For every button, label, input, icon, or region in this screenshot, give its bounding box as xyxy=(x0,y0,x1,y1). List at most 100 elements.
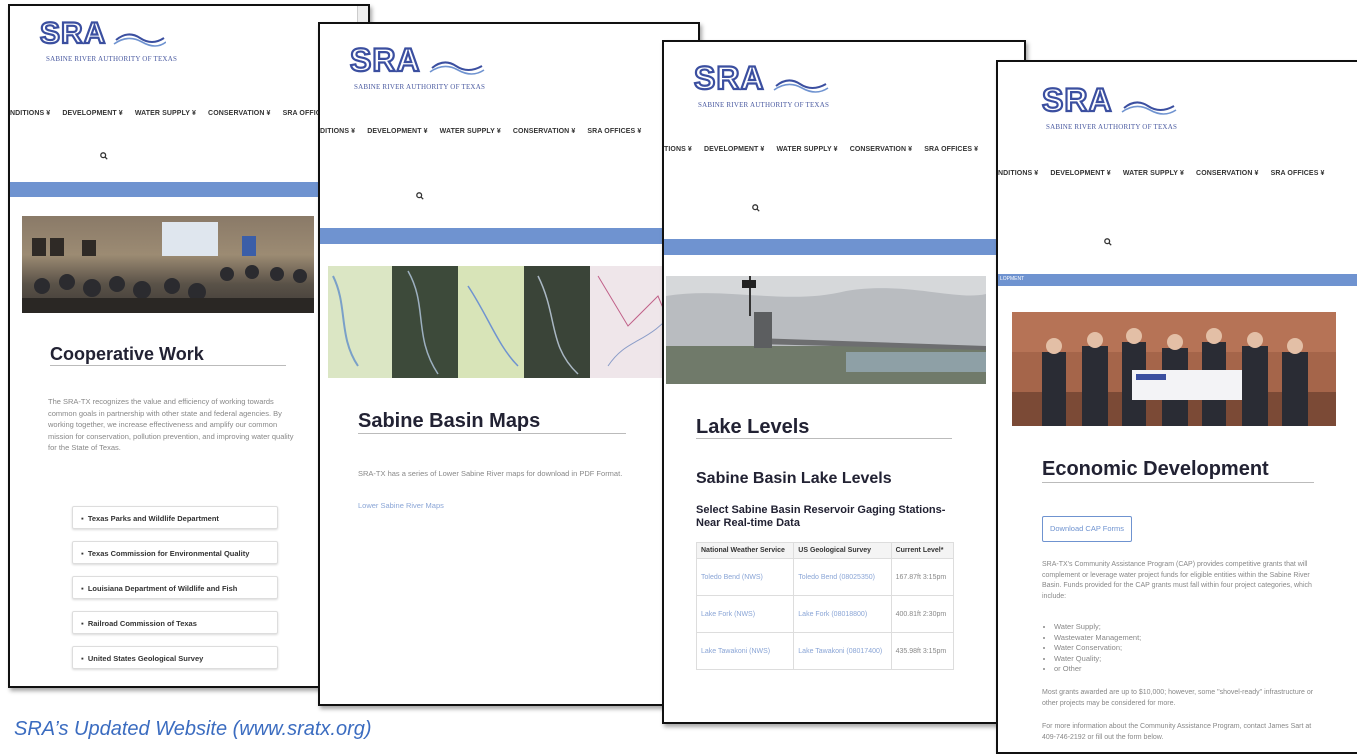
intro-paragraph: SRA-TX's Community Assistance Program (C… xyxy=(1042,561,1312,600)
figure-caption: SRA’s Updated Website (www.sratx.org) xyxy=(14,718,372,740)
screenshot-economic-development: SRA SABINE RIVER AUTHORITY OF TEXAS NDIT… xyxy=(996,60,1357,754)
sra-logo[interactable]: SRA SABINE RIVER AUTHORITY OF TEXAS xyxy=(1038,81,1178,131)
svg-text:SRA: SRA xyxy=(694,60,765,96)
nws-link[interactable]: Toledo Bend (NWS) xyxy=(695,558,795,596)
maps-illustration xyxy=(328,266,688,378)
main-nav: NDITIONS ¥ DEVELOPMENT ¥ WATER SUPPLY ¥ … xyxy=(998,170,1335,177)
main-nav: NDITIONS ¥ DEVELOPMENT ¥ WATER SUPPLY ¥ … xyxy=(10,110,347,117)
screenshot-lake-levels: SRA SABINE RIVER AUTHORITY OF TEXAS TION… xyxy=(662,40,1026,724)
sra-logo-mark: SRA xyxy=(693,59,829,97)
bridge-illustration xyxy=(666,276,986,384)
title-rule xyxy=(358,433,626,434)
download-cap-forms-button[interactable]: Download CAP Forms xyxy=(1042,516,1132,542)
page-title: Lake Levels xyxy=(696,416,810,438)
partner-item[interactable]: ▪ United States Geological Survey xyxy=(72,646,278,669)
logo-tagline: SABINE RIVER AUTHORITY OF TEXAS xyxy=(698,101,830,109)
svg-text:SRA: SRA xyxy=(350,42,421,78)
nav-conditions[interactable]: NDITIONS ¥ xyxy=(10,110,50,117)
nav-development[interactable]: DEVELOPMENT ¥ xyxy=(367,128,427,135)
search-icon[interactable] xyxy=(416,192,424,200)
nav-conservation[interactable]: CONSERVATION ¥ xyxy=(208,110,270,117)
table-row: Lake Fork (NWS) Lake Fork (08018800) 400… xyxy=(695,595,955,633)
page-title: Economic Development xyxy=(1042,458,1269,480)
search-icon[interactable] xyxy=(1104,238,1112,246)
grant-paragraph: Most grants awarded are up to $10,000; h… xyxy=(1042,689,1314,707)
blue-banner: LOPMENT xyxy=(998,274,1357,286)
nav-conservation[interactable]: CONSERVATION ¥ xyxy=(513,128,575,135)
nav-sra-offices[interactable]: SRA OFFICES ¥ xyxy=(924,146,978,153)
nav-conditions[interactable]: TIONS ¥ xyxy=(664,146,692,153)
partner-item[interactable]: ▪ Texas Parks and Wildlife Department xyxy=(72,506,278,529)
partner-label: Railroad Commission of Texas xyxy=(87,619,197,628)
meeting-illustration xyxy=(22,222,314,313)
current-level: 400.81ft 2:30pm xyxy=(890,595,955,633)
bridge-photo xyxy=(666,276,986,384)
main-nav: DITIONS ¥ DEVELOPMENT ¥ WATER SUPPLY ¥ C… xyxy=(320,128,651,135)
nws-link[interactable]: Lake Tawakoni (NWS) xyxy=(695,632,795,670)
nav-water-supply[interactable]: WATER SUPPLY ¥ xyxy=(440,128,501,135)
blue-banner xyxy=(664,239,1024,255)
list-item: or Other xyxy=(1054,664,1141,675)
nav-sra-offices[interactable]: SRA OFFICES ¥ xyxy=(587,128,641,135)
logo-tagline: SABINE RIVER AUTHORITY OF TEXAS xyxy=(1046,123,1178,131)
sra-logo[interactable]: SRA SABINE RIVER AUTHORITY OF TEXAS xyxy=(690,59,830,109)
project-categories-list: Water Supply; Wastewater Management; Wat… xyxy=(1044,622,1141,675)
nav-conservation[interactable]: CONSERVATION ¥ xyxy=(850,146,912,153)
table-header: Current Level* xyxy=(890,542,955,559)
partner-label: Texas Commission for Environmental Quali… xyxy=(87,549,250,558)
current-level: 435.98ft 3:15pm xyxy=(890,632,955,670)
svg-text:SRA: SRA xyxy=(40,17,106,50)
nav-water-supply[interactable]: WATER SUPPLY ¥ xyxy=(1123,170,1184,177)
usgs-link[interactable]: Lake Fork (08018800) xyxy=(793,595,892,633)
breadcrumb: LOPMENT xyxy=(1000,276,1025,282)
nav-conditions[interactable]: DITIONS ¥ xyxy=(320,128,355,135)
list-item: Water Supply; xyxy=(1054,622,1141,633)
title-rule xyxy=(1042,482,1314,483)
maps-collage xyxy=(328,266,688,378)
logo-tagline: SABINE RIVER AUTHORITY OF TEXAS xyxy=(354,83,486,91)
partner-label: Texas Parks and Wildlife Department xyxy=(87,514,219,523)
title-rule xyxy=(696,438,952,439)
table-row: Toledo Bend (NWS) Toledo Bend (08025350)… xyxy=(695,558,955,596)
nav-development[interactable]: DEVELOPMENT ¥ xyxy=(62,110,122,117)
current-level: 167.87ft 3:15pm xyxy=(890,558,955,596)
section-title: Sabine Basin Lake Levels xyxy=(696,470,892,487)
table-header: National Weather Service xyxy=(695,542,795,559)
partner-item[interactable]: ▪ Texas Commission for Environmental Qua… xyxy=(72,541,278,564)
screenshot-cooperative-work: SRA SABINE RIVER AUTHORITY OF TEXAS NDIT… xyxy=(8,4,370,688)
nav-development[interactable]: DEVELOPMENT ¥ xyxy=(704,146,764,153)
group-illustration xyxy=(1012,312,1336,426)
check-presentation-photo xyxy=(1012,312,1336,426)
contact-paragraph: For more information about the Community… xyxy=(1042,723,1312,741)
list-item: Wastewater Management; xyxy=(1054,633,1141,644)
sra-logo-mark: SRA xyxy=(39,16,167,51)
partner-label: United States Geological Survey xyxy=(87,654,204,663)
table-header: US Geological Survey xyxy=(793,542,892,559)
nav-water-supply[interactable]: WATER SUPPLY ¥ xyxy=(776,146,837,153)
sra-logo-mark: SRA xyxy=(1041,81,1177,119)
sra-logo[interactable]: SRA SABINE RIVER AUTHORITY OF TEXAS xyxy=(36,16,177,63)
intro-paragraph: The SRA-TX recognizes the value and effi… xyxy=(48,397,294,452)
usgs-link[interactable]: Toledo Bend (08025350) xyxy=(793,558,892,596)
partner-item[interactable]: ▪ Louisiana Department of Wildlife and F… xyxy=(72,576,278,599)
logo-tagline: SABINE RIVER AUTHORITY OF TEXAS xyxy=(46,55,178,63)
sra-logo[interactable]: SRA SABINE RIVER AUTHORITY OF TEXAS xyxy=(346,41,486,91)
screenshot-sabine-basin-maps: SRA SABINE RIVER AUTHORITY OF TEXAS DITI… xyxy=(318,22,700,706)
nav-water-supply[interactable]: WATER SUPPLY ¥ xyxy=(135,110,196,117)
nav-development[interactable]: DEVELOPMENT ¥ xyxy=(1050,170,1110,177)
intro-paragraph: SRA-TX has a series of Lower Sabine Rive… xyxy=(358,469,623,478)
search-icon[interactable] xyxy=(100,152,108,160)
nws-link[interactable]: Lake Fork (NWS) xyxy=(695,595,795,633)
nav-conditions[interactable]: NDITIONS ¥ xyxy=(998,170,1038,177)
partner-item[interactable]: ▪ Railroad Commission of Texas xyxy=(72,611,278,634)
nav-conservation[interactable]: CONSERVATION ¥ xyxy=(1196,170,1258,177)
lake-levels-table: National Weather Service US Geological S… xyxy=(695,542,955,670)
search-icon[interactable] xyxy=(752,204,760,212)
nav-sra-offices[interactable]: SRA OFFICES ¥ xyxy=(1271,170,1325,177)
sra-logo-mark: SRA xyxy=(349,41,485,79)
table-row: Lake Tawakoni (NWS) Lake Tawakoni (08017… xyxy=(695,632,955,670)
usgs-link[interactable]: Lake Tawakoni (08017400) xyxy=(793,632,892,670)
maps-link[interactable]: Lower Sabine River Maps xyxy=(358,500,444,512)
title-rule xyxy=(50,365,286,366)
list-item: Water Quality; xyxy=(1054,654,1141,665)
